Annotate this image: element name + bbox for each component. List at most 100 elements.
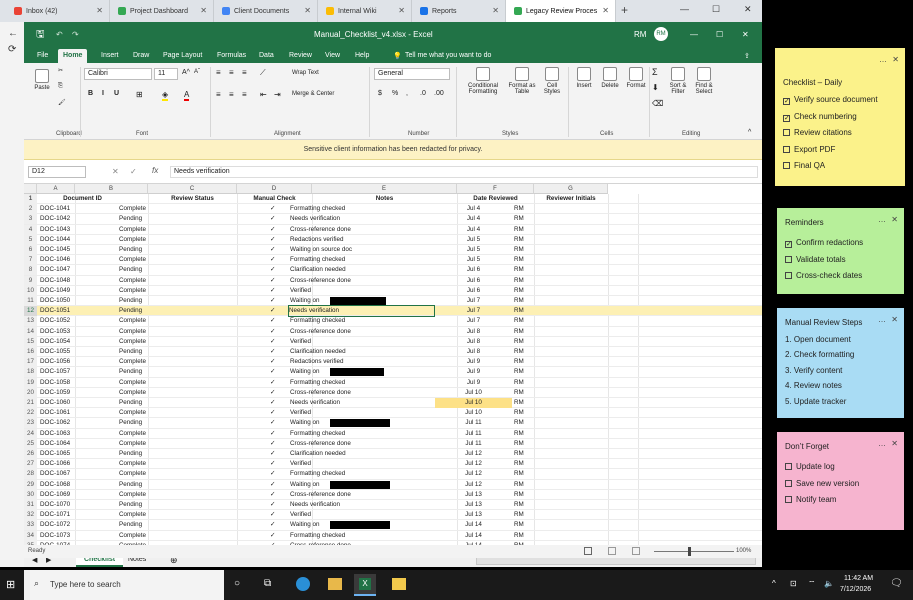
cell-document-id[interactable]: DOC-1041 [40, 204, 70, 214]
back-icon[interactable]: ← [8, 28, 18, 39]
close-icon[interactable]: ✕ [398, 6, 405, 15]
cell-review-status[interactable]: Complete [119, 286, 146, 296]
cell-review-status[interactable]: Complete [119, 276, 146, 286]
cell-manual-check[interactable]: ✓ [270, 459, 275, 469]
cell-document-id[interactable]: DOC-1063 [40, 429, 70, 439]
cell-date-reviewed[interactable]: Jul 8 [435, 347, 512, 357]
cell-date-reviewed[interactable]: Jul 5 [435, 255, 512, 265]
increase-decimal-icon[interactable]: .0 [420, 90, 426, 97]
close-icon[interactable]: ✕ [891, 439, 898, 448]
table-row[interactable]: 4 DOC-1043 Complete ✓ Cross-reference done Ju… [24, 224, 762, 235]
cell-reviewer-initials[interactable]: RM [514, 245, 524, 255]
cell-document-id[interactable]: DOC-1050 [40, 296, 70, 306]
cell-notes[interactable]: Verified [290, 408, 311, 418]
cell-notes[interactable]: Verified [290, 510, 311, 520]
cell-review-status[interactable]: Complete [119, 439, 146, 449]
cell-reviewer-initials[interactable]: RM [514, 255, 524, 265]
format-painter-icon[interactable]: 🖌 [58, 99, 66, 106]
cell-review-status[interactable]: Pending [119, 265, 142, 275]
cell-notes[interactable]: Formatting checked [290, 316, 345, 326]
font-color-icon[interactable]: A [184, 90, 190, 101]
cell-manual-check[interactable]: ✓ [270, 429, 275, 439]
cell-notes[interactable]: Waiting on [290, 296, 320, 306]
select-all-corner[interactable] [24, 184, 37, 194]
cell-date-reviewed[interactable]: Jul 9 [435, 357, 512, 367]
table-row[interactable]: 29 DOC-1068 Pending ✓ Waiting on Jul 12 RM [24, 479, 762, 490]
column-header-c[interactable]: C [148, 184, 237, 194]
cell-notes[interactable]: Cross-reference done [290, 439, 351, 449]
cell-review-status[interactable]: Pending [119, 398, 142, 408]
cell-date-reviewed[interactable]: Jul 10 [435, 398, 512, 408]
browser-tab[interactable]: Project Dashboard ✕ [110, 0, 214, 22]
cell-document-id[interactable]: DOC-1067 [40, 469, 70, 479]
cell-notes[interactable]: Formatting checked [290, 429, 345, 439]
note-item[interactable]: Export PDF [783, 145, 835, 154]
table-row[interactable]: 20 DOC-1059 Complete ✓ Cross-reference done J… [24, 387, 762, 398]
cell-review-status[interactable]: Pending [119, 245, 142, 255]
cell-document-id[interactable]: DOC-1043 [40, 225, 70, 235]
table-row[interactable]: 27 DOC-1066 Complete ✓ Verified Jul 12 RM [24, 459, 762, 470]
notification-icon[interactable]: 🗨 [890, 578, 903, 589]
horizontal-scrollbar[interactable] [476, 557, 756, 565]
close-icon[interactable]: ✕ [96, 6, 103, 15]
cell-reviewer-initials[interactable]: RM [514, 469, 524, 479]
cell-review-status[interactable]: Pending [119, 500, 142, 510]
table-row[interactable]: 32 DOC-1071 Complete ✓ Verified Jul 13 RM [24, 510, 762, 521]
paste-button[interactable]: Paste [30, 69, 54, 91]
clear-icon[interactable]: ⌫ [652, 99, 663, 108]
tab-review[interactable]: Review [284, 49, 317, 63]
wrap-text-button[interactable]: Wrap Text [292, 70, 319, 76]
save-icon[interactable]: 🖫 [36, 27, 45, 44]
cell-document-id[interactable]: DOC-1068 [40, 480, 70, 490]
cell-manual-check[interactable]: ✓ [270, 378, 275, 388]
cell-date-reviewed[interactable]: Jul 10 [435, 408, 512, 418]
close-icon[interactable]: ✕ [602, 6, 609, 15]
column-header-f[interactable]: F [457, 184, 534, 194]
cell-document-id[interactable]: DOC-1066 [40, 459, 70, 469]
cell-document-id[interactable]: DOC-1049 [40, 286, 70, 296]
cell-review-status[interactable]: Complete [119, 204, 146, 214]
reload-icon[interactable]: ⟳ [8, 44, 16, 55]
copy-icon[interactable]: ⎘ [58, 83, 63, 90]
cortana-icon[interactable]: ○ [234, 578, 240, 589]
cell-review-status[interactable]: Complete [119, 316, 146, 326]
cell-notes[interactable]: Clarification needed [290, 347, 346, 357]
tab-home[interactable]: Home [58, 49, 88, 63]
cell-date-reviewed[interactable]: Jul 12 [435, 449, 512, 459]
cell-review-status[interactable]: Pending [119, 520, 142, 530]
cell-date-reviewed[interactable]: Jul 6 [435, 276, 512, 286]
file-explorer-icon[interactable] [328, 578, 342, 590]
note-item[interactable]: Validate totals [785, 255, 846, 264]
table-row[interactable]: 17 DOC-1056 Complete ✓ Redactions verified Ju… [24, 357, 762, 368]
cell-reviewer-initials[interactable]: RM [514, 214, 524, 224]
format-button[interactable]: Format [624, 67, 648, 89]
cell-reviewer-initials[interactable]: RM [514, 306, 524, 316]
cell-date-reviewed[interactable]: Jul 8 [435, 337, 512, 347]
cell-review-status[interactable]: Complete [119, 357, 146, 367]
checkbox[interactable]: ✓ [783, 114, 790, 122]
note-item[interactable]: Update log [785, 462, 835, 471]
table-row[interactable]: 22 DOC-1061 Complete ✓ Verified Jul 10 RM [24, 408, 762, 419]
cell-date-reviewed[interactable]: Jul 14 [435, 520, 512, 530]
cell-date-reviewed[interactable]: Jul 8 [435, 327, 512, 337]
cell-manual-check[interactable]: ✓ [270, 235, 275, 245]
cell-manual-check[interactable]: ✓ [270, 265, 275, 275]
cell-date-reviewed[interactable]: Jul 7 [435, 296, 512, 306]
note-item[interactable]: 5. Update tracker [785, 397, 846, 406]
cell-document-id[interactable]: DOC-1046 [40, 255, 70, 265]
cell-document-id[interactable]: DOC-1071 [40, 510, 70, 520]
cell-manual-check[interactable]: ✓ [270, 276, 275, 286]
close-icon[interactable]: ✕ [200, 6, 207, 15]
cell-date-reviewed[interactable]: Jul 6 [435, 265, 512, 275]
column-header-d[interactable]: D [237, 184, 312, 194]
table-row[interactable]: 7 DOC-1046 Complete ✓ Formatting checked Jul … [24, 255, 762, 266]
note-menu-icon[interactable]: … [879, 55, 887, 64]
checkbox[interactable]: ✓ [783, 98, 790, 105]
cell-reviewer-initials[interactable]: RM [514, 316, 524, 326]
cell-document-id[interactable]: DOC-1054 [40, 337, 70, 347]
cell-notes[interactable]: Needs verification [290, 500, 340, 510]
cell-manual-check[interactable]: ✓ [270, 367, 275, 377]
cell-reviewer-initials[interactable]: RM [514, 378, 524, 388]
table-row[interactable]: 33 DOC-1072 Pending ✓ Waiting on Jul 14 RM [24, 520, 762, 531]
cell-document-id[interactable]: DOC-1053 [40, 327, 70, 337]
